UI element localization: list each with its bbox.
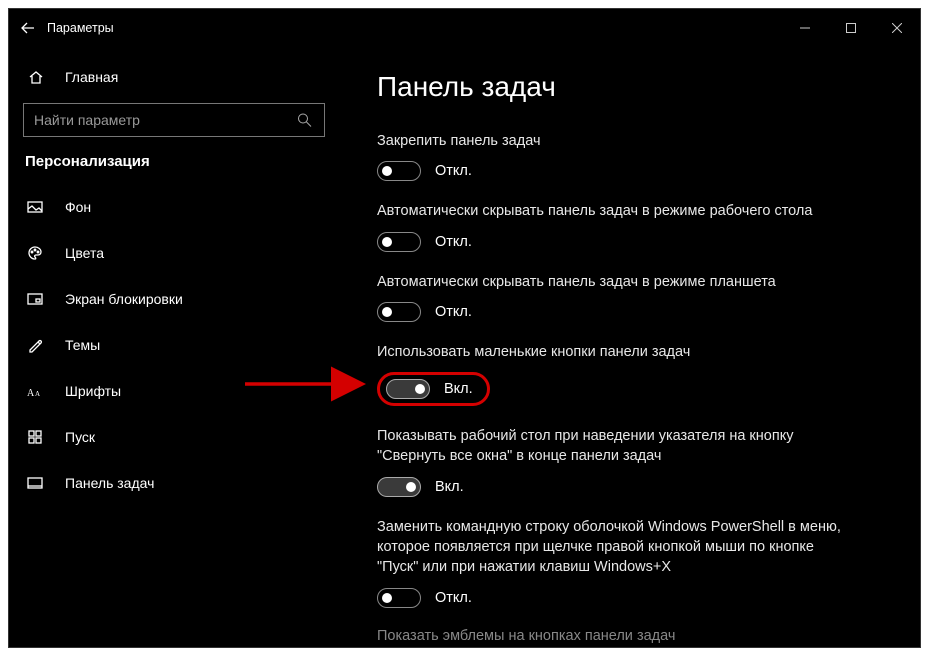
start-icon <box>25 429 45 445</box>
sidebar-item-label: Пуск <box>65 429 95 445</box>
setting-label: Показывать рабочий стол при наведении ук… <box>377 426 857 467</box>
sidebar-item-label: Панель задач <box>65 475 154 491</box>
maximize-button[interactable] <box>828 12 874 44</box>
sidebar-item-start[interactable]: Пуск <box>9 414 339 460</box>
palette-icon <box>25 245 45 261</box>
title-bar: Параметры <box>9 9 920 47</box>
setting-row: Автоматически скрывать панель задач в ре… <box>377 272 880 322</box>
toggle-switch[interactable] <box>377 232 421 252</box>
fonts-icon: AA <box>25 384 45 398</box>
toggle-switch[interactable] <box>377 302 421 322</box>
minimize-button[interactable] <box>782 12 828 44</box>
home-link[interactable]: Главная <box>9 57 339 97</box>
themes-icon <box>25 337 45 353</box>
settings-window: Параметры Главная Персонализация <box>8 8 921 648</box>
setting-row: Автоматически скрывать панель задач в ре… <box>377 201 880 251</box>
search-box[interactable] <box>23 103 325 137</box>
sidebar-item-label: Экран блокировки <box>65 291 183 307</box>
setting-row: Показывать рабочий стол при наведении ук… <box>377 426 880 497</box>
sidebar-item-label: Цвета <box>65 245 104 261</box>
setting-label: Заменить командную строку оболочкой Wind… <box>377 517 857 578</box>
svg-text:A: A <box>27 388 35 398</box>
toggle-state-text: Вкл. <box>435 479 464 495</box>
toggle-switch[interactable] <box>377 588 421 608</box>
taskbar-icon <box>25 475 45 491</box>
setting-row: Использовать маленькие кнопки панели зад… <box>377 342 880 406</box>
sidebar-item-label: Шрифты <box>65 383 121 399</box>
window-title: Параметры <box>47 21 114 35</box>
svg-text:A: A <box>35 390 40 398</box>
sidebar-item-themes[interactable]: Темы <box>9 322 339 368</box>
page-title: Панель задач <box>377 71 880 103</box>
toggle-switch[interactable] <box>386 379 430 399</box>
setting-label: Автоматически скрывать панель задач в ре… <box>377 272 857 292</box>
setting-label-cutoff: Показать эмблемы на кнопках панели задач <box>377 628 880 644</box>
setting-label: Закрепить панель задач <box>377 131 857 151</box>
setting-row: Заменить командную строку оболочкой Wind… <box>377 517 880 608</box>
toggle-state-text: Откл. <box>435 163 472 179</box>
setting-row: Закрепить панель задач Откл. <box>377 131 880 181</box>
sidebar-item-label: Темы <box>65 337 100 353</box>
section-header: Персонализация <box>9 153 339 184</box>
sidebar: Главная Персонализация Фон Цвета Экран б… <box>9 47 339 647</box>
sidebar-item-fonts[interactable]: AA Шрифты <box>9 368 339 414</box>
sidebar-item-background[interactable]: Фон <box>9 184 339 230</box>
sidebar-item-taskbar[interactable]: Панель задач <box>9 460 339 506</box>
toggle-switch[interactable] <box>377 161 421 181</box>
toggle-state-text: Откл. <box>435 304 472 320</box>
sidebar-item-lockscreen[interactable]: Экран блокировки <box>9 276 339 322</box>
back-button[interactable] <box>9 21 47 35</box>
close-button[interactable] <box>874 12 920 44</box>
sidebar-item-colors[interactable]: Цвета <box>9 230 339 276</box>
lockscreen-icon <box>25 291 45 307</box>
setting-label: Использовать маленькие кнопки панели зад… <box>377 342 857 362</box>
home-label: Главная <box>65 69 118 85</box>
toggle-state-text: Вкл. <box>444 381 473 397</box>
setting-label: Автоматически скрывать панель задач в ре… <box>377 201 857 221</box>
sidebar-item-label: Фон <box>65 199 91 215</box>
search-input[interactable] <box>34 112 314 128</box>
toggle-state-text: Откл. <box>435 590 472 606</box>
annotation-highlight: Вкл. <box>377 372 490 406</box>
content-pane: Панель задач Закрепить панель задач Откл.… <box>339 47 920 647</box>
home-icon <box>25 69 47 85</box>
toggle-state-text: Откл. <box>435 234 472 250</box>
toggle-switch[interactable] <box>377 477 421 497</box>
picture-icon <box>25 199 45 215</box>
window-controls <box>782 12 920 44</box>
search-icon <box>297 113 312 128</box>
